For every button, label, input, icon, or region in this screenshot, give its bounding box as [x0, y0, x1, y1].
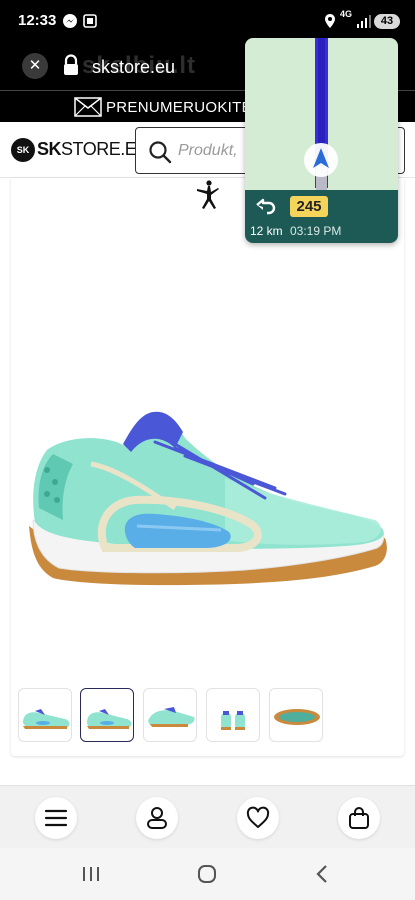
thumbnail-5[interactable]: [269, 688, 323, 742]
clock: 12:33: [18, 12, 57, 29]
menu-icon: [44, 809, 68, 827]
url-text[interactable]: skstore.eu: [92, 57, 175, 78]
cart-icon: [349, 807, 369, 829]
wishlist-button[interactable]: [237, 797, 279, 839]
distance-text: 12 km: [250, 224, 283, 238]
screenshot-icon: [82, 13, 98, 29]
recent-apps-icon[interactable]: [76, 862, 106, 886]
thumbnail-4[interactable]: [206, 688, 260, 742]
logo-text: SKSTORE.EU: [37, 139, 149, 159]
search-icon[interactable]: [148, 140, 172, 169]
network-type: 4G: [340, 9, 353, 19]
jumpman-icon: [194, 180, 222, 215]
account-button[interactable]: [136, 797, 178, 839]
navigation-overlay[interactable]: 245 12 km 03:19 PM: [245, 38, 398, 243]
nav-info: 245 12 km 03:19 PM: [245, 190, 398, 243]
mail-icon: [74, 97, 102, 122]
newsletter-text: PRENUMERUOKITE N: [106, 99, 268, 116]
bottom-toolbar: [0, 785, 415, 848]
signal-icon: [356, 13, 372, 29]
location-icon: [322, 13, 338, 29]
thumbnail-strip: [18, 688, 398, 742]
lock-icon[interactable]: [62, 54, 80, 81]
thumbnail-1[interactable]: [18, 688, 72, 742]
close-icon: ✕: [28, 57, 42, 74]
turn-left-icon: [255, 198, 277, 221]
menu-button[interactable]: [35, 797, 77, 839]
product-gallery: [11, 178, 404, 756]
logo-mark: SK: [11, 138, 35, 162]
thumbnail-3[interactable]: [143, 688, 197, 742]
back-icon[interactable]: [308, 862, 338, 886]
cart-button[interactable]: [338, 797, 380, 839]
system-navigation-bar: [0, 848, 415, 900]
eta-text: 03:19 PM: [290, 224, 342, 238]
account-icon: [147, 807, 167, 829]
home-icon[interactable]: [192, 862, 222, 886]
close-tab-button[interactable]: ✕: [22, 53, 48, 79]
wishlist-icon: [246, 806, 270, 828]
battery-level: 43: [374, 14, 400, 29]
route-number-badge: 245: [290, 196, 328, 217]
messenger-icon: [62, 13, 78, 29]
nav-map: [245, 38, 398, 190]
thumbnail-2[interactable]: [80, 688, 134, 742]
product-image[interactable]: [25, 408, 389, 593]
